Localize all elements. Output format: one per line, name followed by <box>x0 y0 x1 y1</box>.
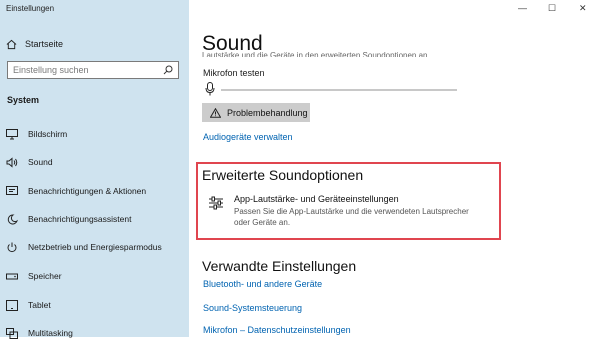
sidebar-item-label: Speicher <box>28 271 62 281</box>
app-volume-settings-item[interactable]: App-Lautstärke- und Geräteeinstellungen … <box>208 194 469 228</box>
sidebar-item-netzbetrieb[interactable]: Netzbetrieb und Energiesparmodus <box>6 240 162 254</box>
search-input[interactable] <box>13 65 163 75</box>
troubleshoot-label: Problembehandlung <box>227 107 308 118</box>
search-icon[interactable] <box>163 65 173 75</box>
storage-icon <box>6 273 18 279</box>
sidebar-item-multitasking[interactable]: Multitasking <box>6 326 73 340</box>
notification-icon <box>6 185 18 195</box>
window-title: Einstellungen <box>6 4 55 13</box>
sidebar-item-label: Netzbetrieb und Energiesparmodus <box>28 242 162 252</box>
mic-level-meter <box>205 82 457 96</box>
description-text: Lautstärke und die Geräte in den erweite… <box>202 51 430 57</box>
sidebar-item-benachrichtigungsassistent[interactable]: Benachrichtigungsassistent <box>6 212 131 226</box>
close-button[interactable]: ✕ <box>579 3 587 14</box>
advanced-sound-heading: Erweiterte Soundoptionen <box>202 167 364 183</box>
home-link[interactable]: Startseite <box>6 37 63 51</box>
section-heading-system: System <box>7 95 40 105</box>
sidebar-item-label: Sound <box>28 157 53 167</box>
speaker-icon <box>6 156 18 168</box>
home-label: Startseite <box>25 39 64 49</box>
manage-audio-devices-link[interactable]: Audiogeräte verwalten <box>203 132 293 142</box>
tablet-icon <box>6 299 18 311</box>
moon-icon <box>7 213 18 224</box>
sidebar-item-label: Bildschirm <box>28 129 68 139</box>
sliders-icon <box>209 196 223 210</box>
home-icon <box>6 39 17 49</box>
sidebar-item-benachrichtigungen[interactable]: Benachrichtigungen & Aktionen <box>6 184 146 198</box>
warning-icon <box>210 107 221 118</box>
related-settings-heading: Verwandte Einstellungen <box>202 258 357 274</box>
microphone-icon <box>205 82 215 96</box>
sidebar-item-sound[interactable]: Sound <box>6 155 53 169</box>
monitor-icon <box>6 128 18 139</box>
sidebar-item-bildschirm[interactable]: Bildschirm <box>6 127 67 141</box>
sidebar: Einstellungen Startseite System Bildschi… <box>0 0 189 340</box>
app-volume-settings-description: Passen Sie die App-Lautstärke und die ve… <box>234 207 469 227</box>
search-box[interactable] <box>7 61 179 79</box>
sidebar-item-label: Benachrichtigungen & Aktionen <box>28 186 147 196</box>
app-volume-settings-title: App-Lautstärke- und Geräteeinstellungen <box>234 194 399 204</box>
power-icon <box>7 242 17 252</box>
sidebar-item-speicher[interactable]: Speicher <box>6 269 62 283</box>
sidebar-item-label: Benachrichtigungsassistent <box>28 214 132 224</box>
minimize-button[interactable]: — <box>518 3 527 13</box>
maximize-button[interactable]: ☐ <box>548 3 556 14</box>
sidebar-item-tablet[interactable]: Tablet <box>6 298 51 312</box>
troubleshoot-button[interactable]: Problembehandlung <box>202 103 310 122</box>
microphone-privacy-link[interactable]: Mikrofon – Datenschutzeinstellungen <box>203 325 351 335</box>
mic-test-label: Mikrofon testen <box>203 68 265 78</box>
bluetooth-devices-link[interactable]: Bluetooth- und andere Geräte <box>203 279 322 289</box>
sound-control-panel-link[interactable]: Sound-Systemsteuerung <box>203 303 302 313</box>
sidebar-item-label: Tablet <box>28 300 51 310</box>
mic-level-track <box>221 89 457 91</box>
